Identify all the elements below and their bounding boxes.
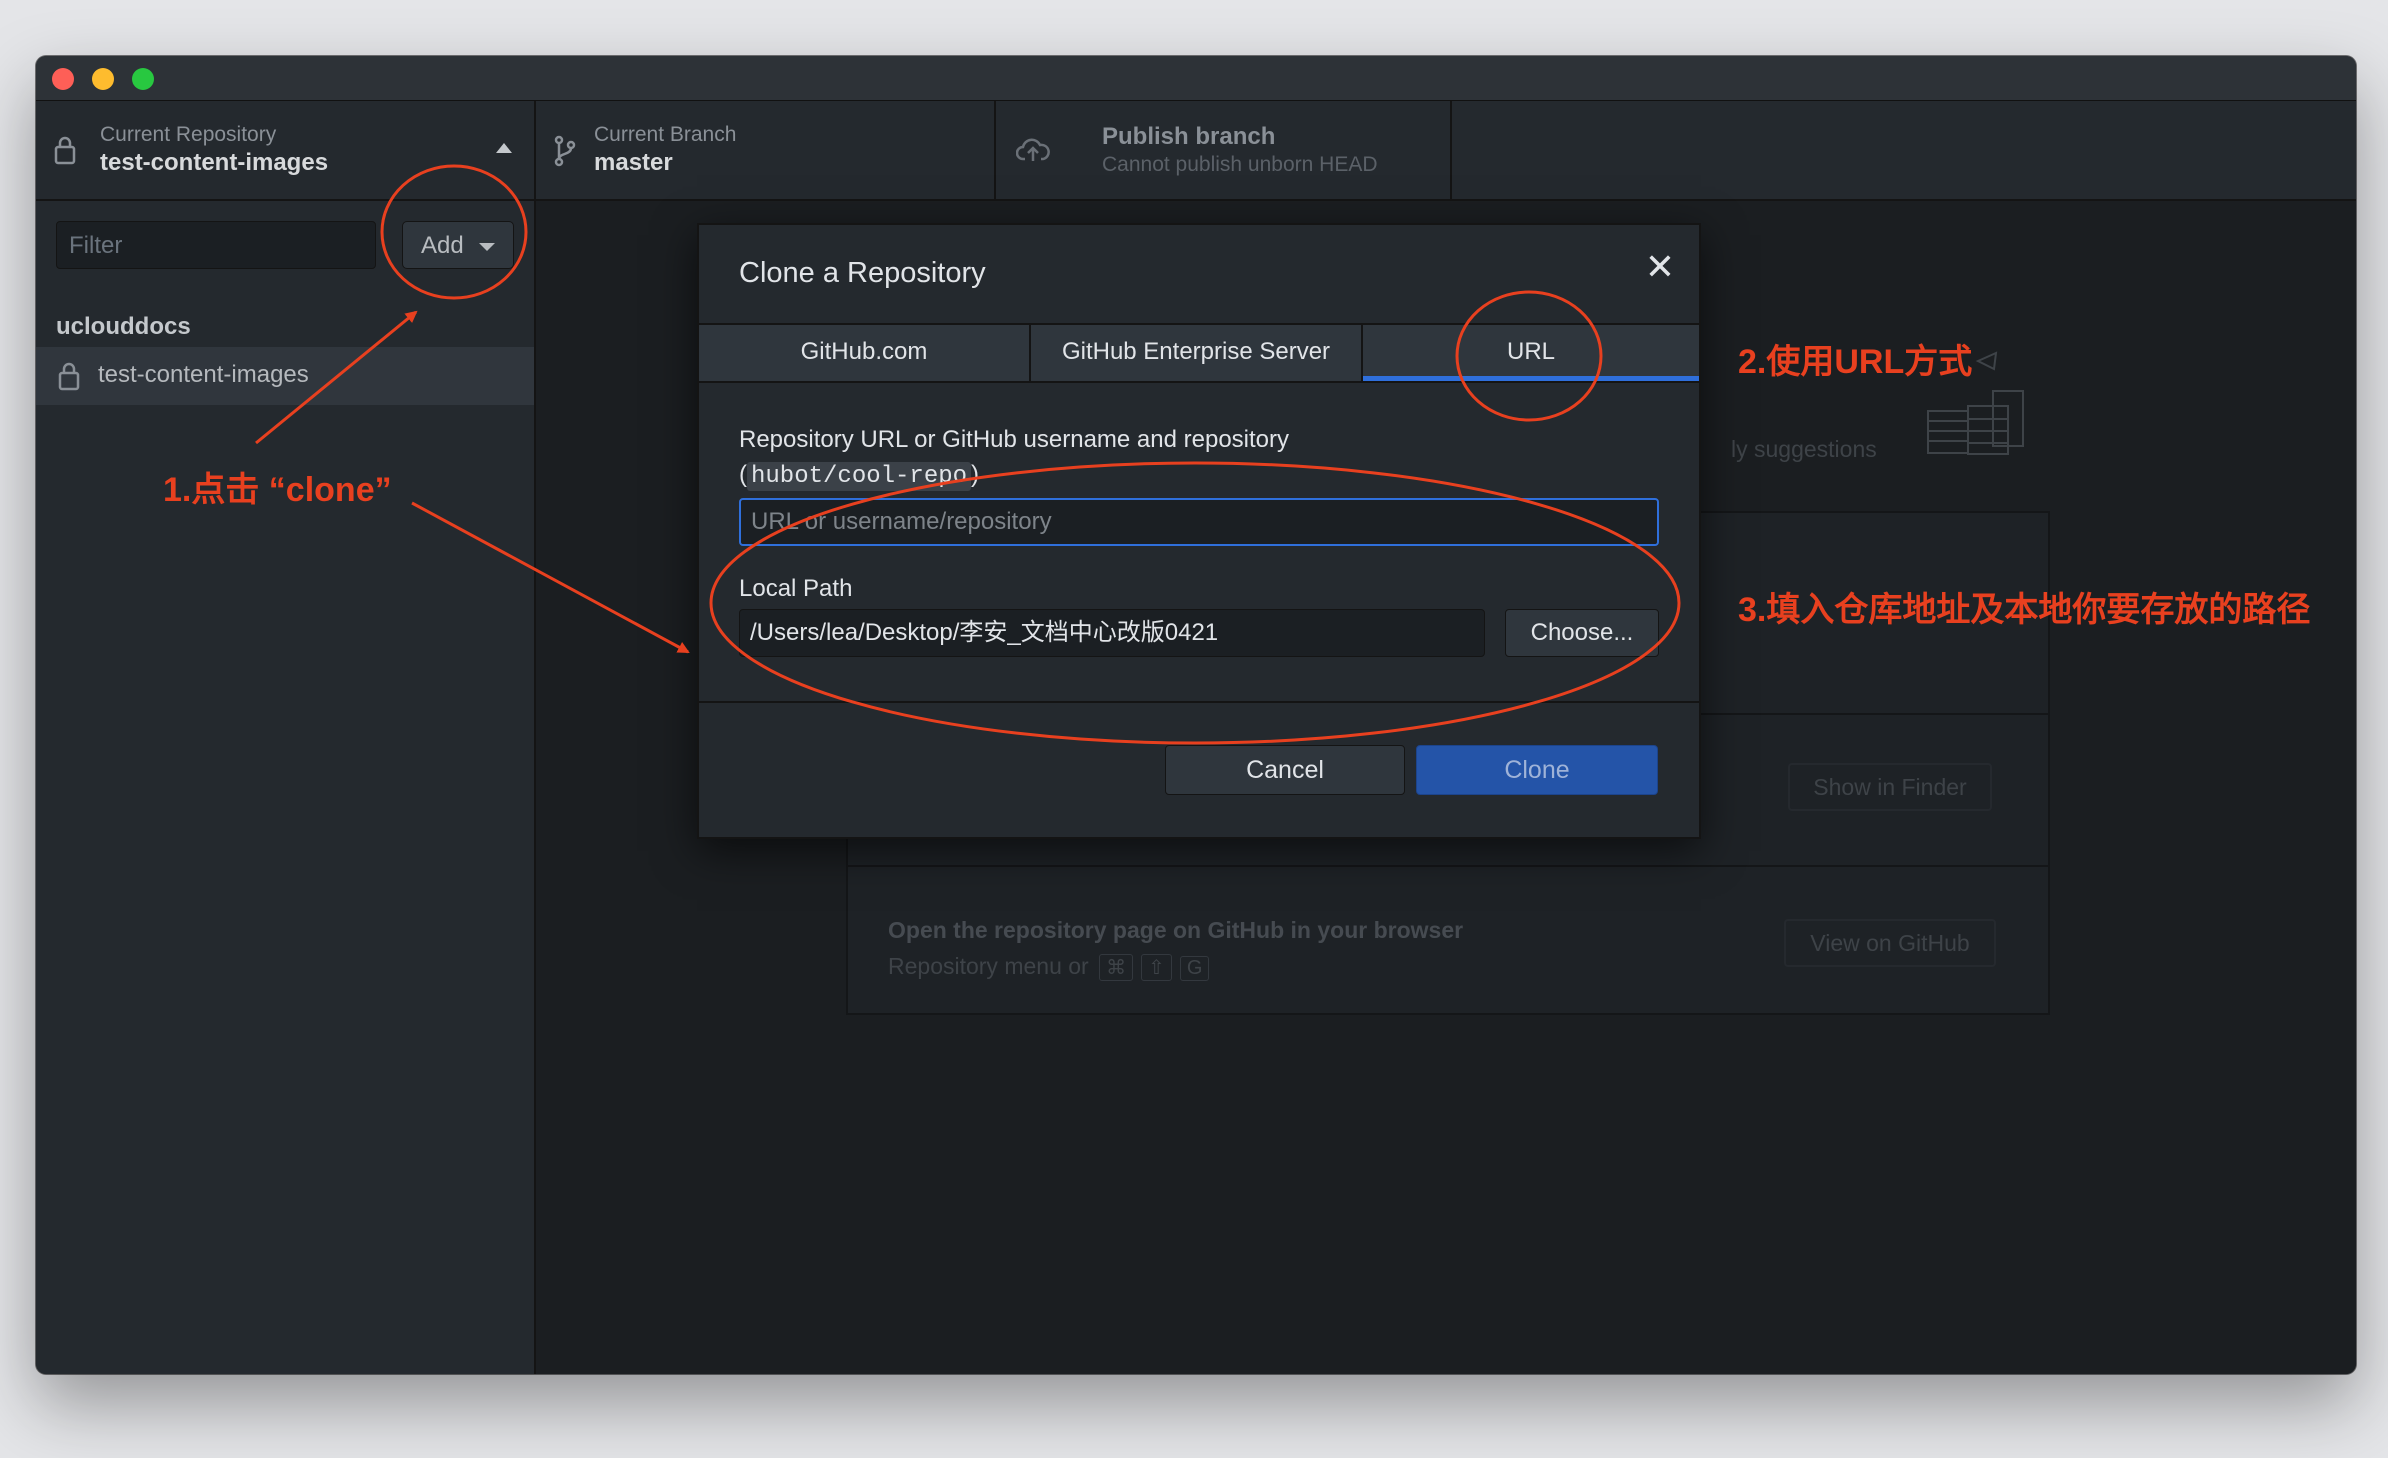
show-in-finder-button[interactable]: Show in Finder	[1788, 763, 1992, 811]
hint-code: hubot/cool-repo	[747, 462, 972, 491]
lock-icon	[54, 136, 76, 165]
view-on-github-button[interactable]: View on GitHub	[1784, 919, 1996, 967]
filter-input[interactable]: Filter	[56, 221, 376, 269]
annotation-step-3: 3.填入仓库地址及本地你要存放的路径	[1738, 591, 2311, 629]
publish-branch-subtitle: Cannot publish unborn HEAD	[1102, 153, 1378, 176]
publish-branch-title: Publish branch	[1102, 123, 1276, 150]
add-button[interactable]: Add	[402, 221, 514, 269]
current-repository-dropdown[interactable]: Current Repository test-content-images	[36, 101, 536, 199]
current-repository-label: Current Repository	[100, 123, 277, 146]
suggestions-text: ly suggestions	[1731, 436, 1877, 462]
publish-branch-button[interactable]: Publish branch Cannot publish unborn HEA…	[996, 101, 1452, 199]
repository-list-item[interactable]: test-content-images	[36, 347, 534, 405]
repository-url-label: Repository URL or GitHub username and re…	[739, 426, 1290, 453]
tab-github-com[interactable]: GitHub.com	[699, 325, 1031, 381]
tab-github-enterprise[interactable]: GitHub Enterprise Server	[1031, 325, 1363, 381]
annotation-step-1: 1.点击 “clone”	[163, 471, 392, 509]
github-row-title: Open the repository page on GitHub in yo…	[888, 917, 1464, 943]
lock-icon	[58, 362, 80, 391]
choose-path-button[interactable]: Choose...	[1505, 609, 1659, 657]
add-button-label: Add	[421, 232, 464, 259]
g-key: G	[1179, 956, 1210, 981]
repository-group-title: uclouddocs	[56, 313, 191, 340]
sidebar: Filter Add uclouddocs test-content-image…	[36, 201, 536, 1374]
clone-repository-dialog: Clone a Repository ✕ GitHub.com GitHub E…	[697, 223, 1701, 839]
repository-url-hint: (hubot/cool-repo)	[739, 461, 980, 491]
cancel-button[interactable]: Cancel	[1165, 745, 1405, 795]
zoom-window-button[interactable]	[132, 68, 154, 90]
current-branch-dropdown[interactable]: Current Branch master	[536, 101, 996, 199]
current-branch-name: master	[594, 149, 673, 176]
title-bar	[36, 56, 2356, 101]
annotation-step-2: 2.使用URL方式	[1738, 343, 1973, 381]
dialog-footer-divider	[699, 701, 1699, 703]
caret-up-icon	[496, 143, 512, 153]
tab-url[interactable]: URL	[1363, 325, 1699, 381]
local-path-input[interactable]: /Users/lea/Desktop/李安_文档中心改版0421	[739, 609, 1485, 657]
hint-close-paren: )	[971, 461, 980, 488]
repository-url-input[interactable]: URL or username/repository	[739, 498, 1659, 546]
row-divider	[848, 865, 2048, 867]
minimize-window-button[interactable]	[92, 68, 114, 90]
github-row-subtitle-text: Repository menu or	[888, 953, 1089, 979]
toolbar: Current Repository test-content-images C…	[36, 101, 2356, 201]
github-row-subtitle: Repository menu or ⌘ ⇧ G	[888, 953, 1213, 981]
git-branch-icon	[554, 135, 576, 167]
close-icon[interactable]: ✕	[1645, 249, 1675, 285]
close-window-button[interactable]	[52, 68, 74, 90]
current-branch-label: Current Branch	[594, 123, 737, 146]
local-path-label: Local Path	[739, 575, 853, 602]
cloud-upload-icon	[1016, 138, 1050, 161]
shift-key: ⇧	[1141, 954, 1172, 981]
chevron-down-icon	[479, 243, 495, 251]
dialog-title: Clone a Repository	[739, 257, 986, 289]
current-repository-name: test-content-images	[100, 149, 329, 176]
command-key: ⌘	[1099, 954, 1134, 981]
active-tab-indicator	[1363, 376, 1699, 381]
repository-list-item-label: test-content-images	[98, 361, 309, 388]
clone-button[interactable]: Clone	[1416, 745, 1658, 795]
hint-open-paren: (	[739, 461, 747, 488]
clone-tabs: GitHub.com GitHub Enterprise Server URL	[699, 323, 1699, 383]
